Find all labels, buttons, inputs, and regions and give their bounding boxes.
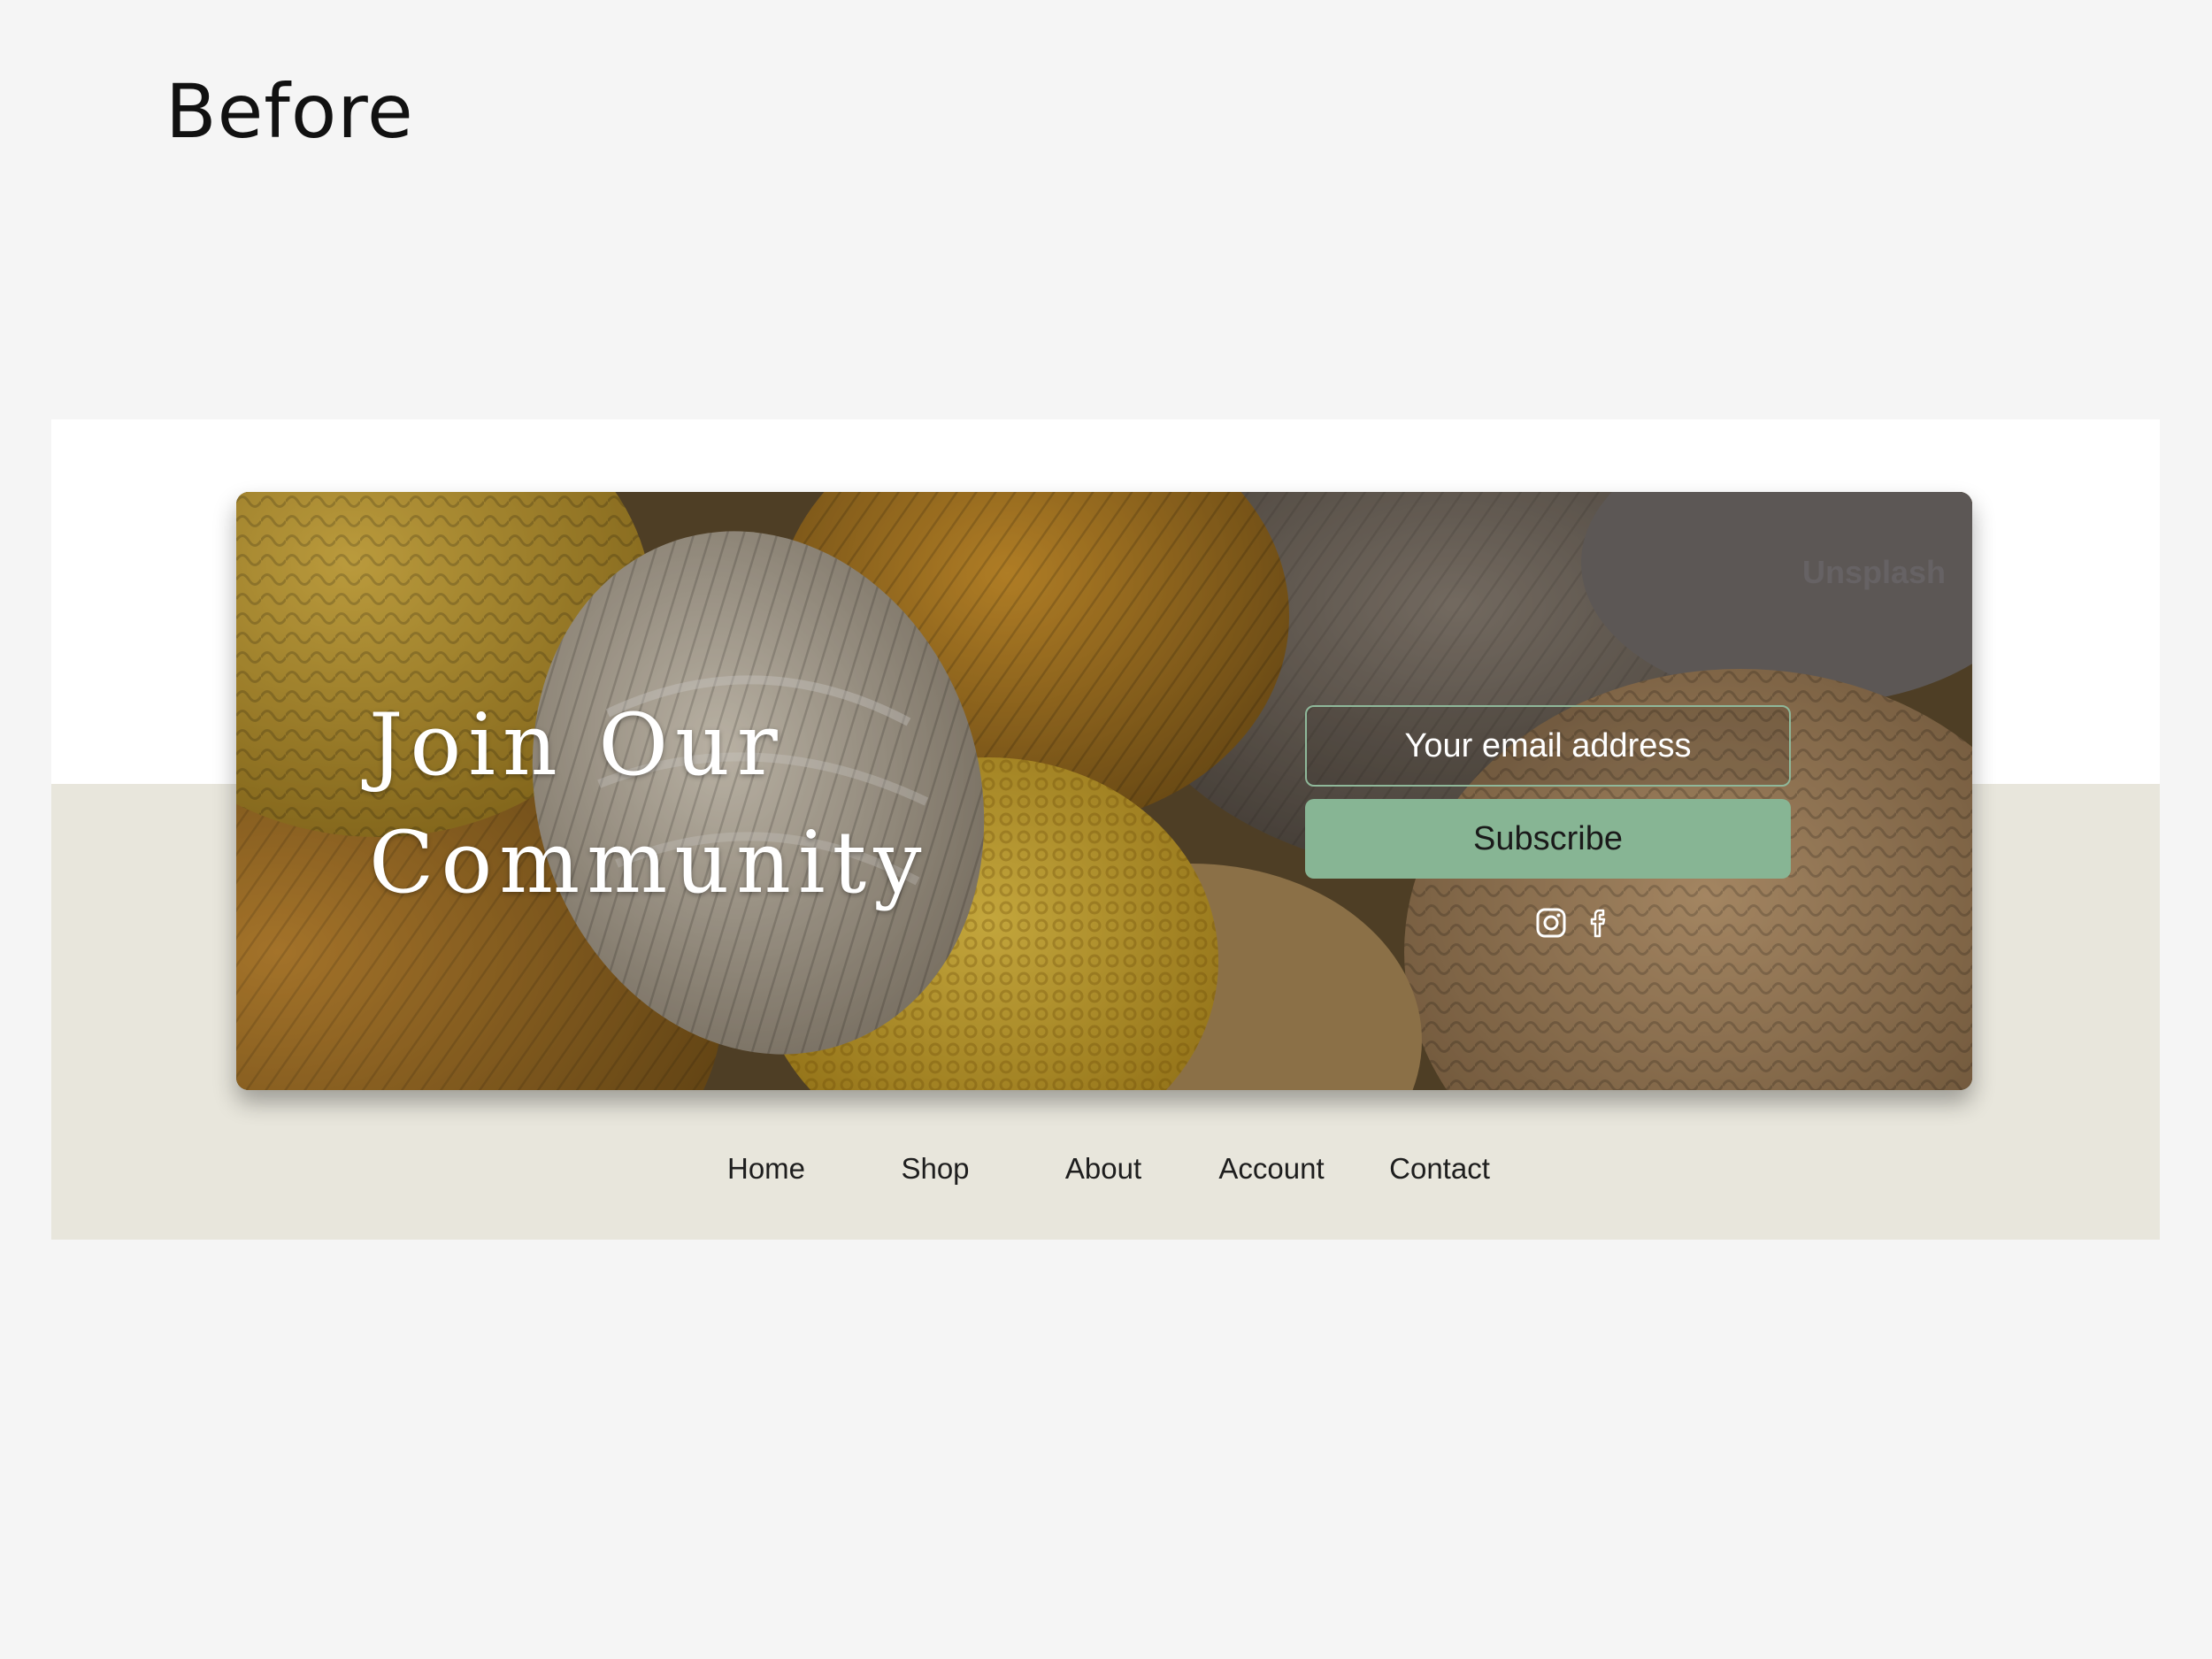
banner-title-line-2: Community <box>369 813 929 912</box>
social-links <box>1305 907 1791 939</box>
nav-link-contact[interactable]: Contact <box>1389 1152 1490 1186</box>
page-heading: Before <box>165 68 414 155</box>
nav-link-home[interactable]: Home <box>727 1152 805 1186</box>
banner-title: Join Our Community <box>369 687 928 922</box>
newsletter-banner: Unsplash Join Our Community Subscribe <box>236 492 1972 1090</box>
facebook-icon[interactable] <box>1583 907 1615 939</box>
subscribe-button[interactable]: Subscribe <box>1305 799 1791 879</box>
banner-title-line-1: Join Our <box>369 695 785 795</box>
email-input[interactable] <box>1305 705 1791 787</box>
subscribe-form: Subscribe <box>1305 705 1791 939</box>
nav-link-about[interactable]: About <box>1065 1152 1141 1186</box>
photo-credit: Unsplash <box>1801 554 1946 590</box>
instagram-icon[interactable] <box>1535 907 1567 939</box>
website-mockup: Unsplash Join Our Community Subscribe <box>51 419 2160 1240</box>
nav-link-shop[interactable]: Shop <box>901 1152 969 1186</box>
nav-link-account[interactable]: Account <box>1218 1152 1324 1186</box>
